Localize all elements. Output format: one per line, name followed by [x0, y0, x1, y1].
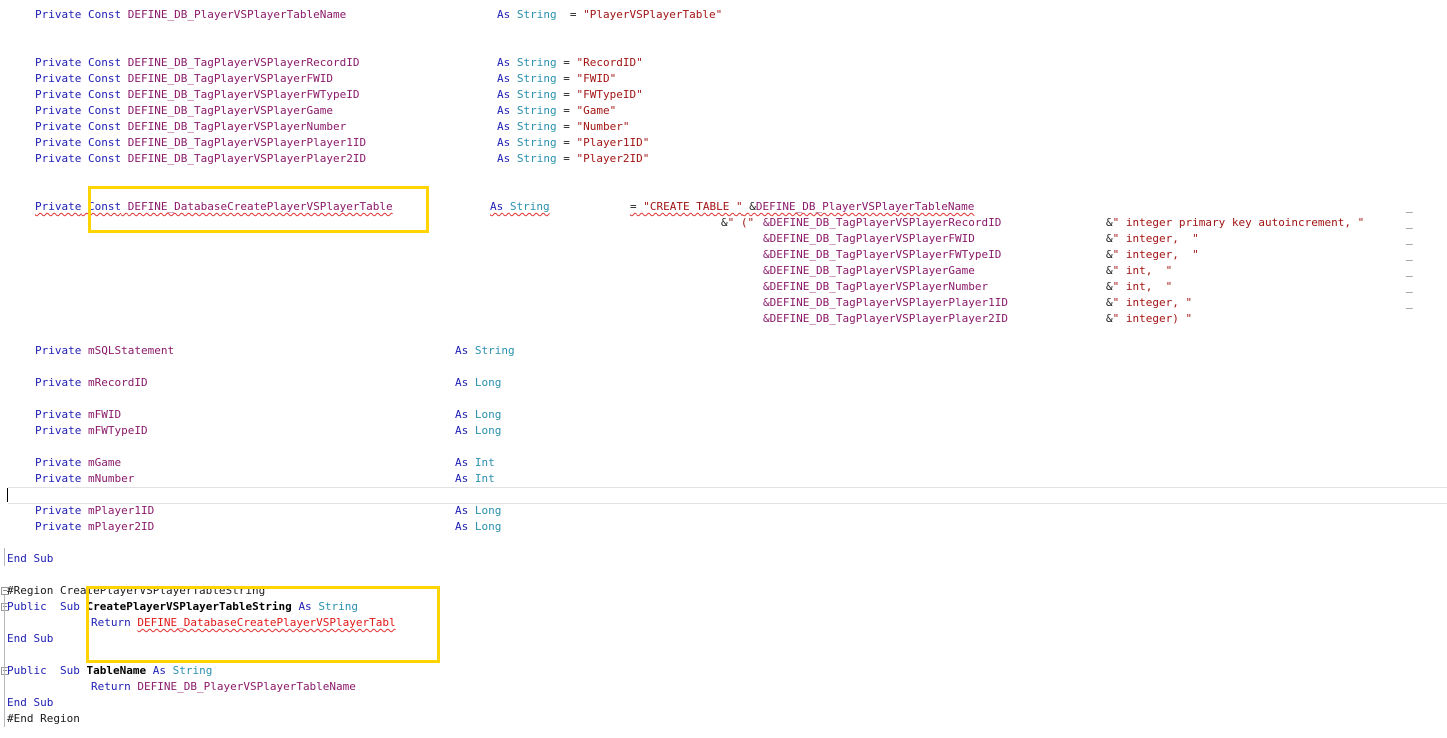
outline-guide: [4, 548, 5, 566]
create-row-sql: &" integer, ": [1106, 296, 1193, 309]
code-line-create-open: &" (": [721, 216, 755, 229]
code-line-tag-game: Private Const DEFINE_DB_TagPlayerVSPlaye…: [35, 104, 334, 117]
member-game: Private mGame: [35, 456, 122, 469]
create-row-tag: &DEFINE_DB_TagPlayerVSPlayerPlayer2ID: [763, 312, 1009, 325]
code-line-table-name-type: As String = "PlayerVSPlayerTable": [497, 8, 723, 21]
create-row-sql: &" integer, ": [1106, 232, 1199, 245]
line-continuation: _: [1406, 232, 1413, 245]
end-sub-1: End Sub: [7, 552, 54, 565]
create-row-tag: &DEFINE_DB_TagPlayerVSPlayerFWTypeID: [763, 248, 1002, 261]
member-sql: Private mSQLStatement: [35, 344, 175, 357]
member-number-type: As Int: [455, 472, 495, 485]
highlight-box-create-const: [88, 186, 429, 233]
code-line-tag-number: Private Const DEFINE_DB_TagPlayerVSPlaye…: [35, 120, 347, 133]
create-row-sql: &" int, ": [1106, 280, 1173, 293]
code-line-create-const-type: As String: [490, 200, 550, 213]
member-fwtype-type: As Long: [455, 424, 502, 437]
member-game-type: As Int: [455, 456, 495, 469]
end-sub-2: End Sub: [7, 632, 54, 645]
code-line-tag-fwid-value: As String = "FWID": [497, 72, 617, 85]
member-player1: Private mPlayer1ID: [35, 504, 155, 517]
code-editor[interactable]: Private Const DEFINE_DB_PlayerVSPlayerTa…: [0, 0, 1447, 738]
member-player1-type: As Long: [455, 504, 502, 517]
create-row-tag: &DEFINE_DB_TagPlayerVSPlayerGame: [763, 264, 975, 277]
line-continuation: _: [1406, 280, 1413, 293]
sub-table-name-return: Return DEFINE_DB_PlayerVSPlayerTableName: [91, 680, 356, 693]
code-line-tag-recordid: Private Const DEFINE_DB_TagPlayerVSPlaye…: [35, 56, 360, 69]
text-caret: [7, 488, 8, 502]
member-fwtype: Private mFWTypeID: [35, 424, 148, 437]
code-line-tag-recordid-value: As String = "RecordID": [497, 56, 643, 69]
line-continuation: _: [1406, 216, 1413, 229]
create-row-sql: &" integer) ": [1106, 312, 1193, 325]
line-continuation: _: [1406, 248, 1413, 261]
code-line-tag-player1id-value: As String = "Player1ID": [497, 136, 650, 149]
create-row-sql: &" integer, ": [1106, 248, 1199, 261]
end-sub-3: End Sub: [7, 696, 54, 709]
line-continuation: _: [1406, 296, 1413, 309]
create-row-tag: &DEFINE_DB_TagPlayerVSPlayerNumber: [763, 280, 989, 293]
member-record-type: As Long: [455, 376, 502, 389]
current-line-highlight: [8, 503, 1447, 504]
member-record: Private mRecordID: [35, 376, 148, 389]
code-line-tag-player2id: Private Const DEFINE_DB_TagPlayerVSPlaye…: [35, 152, 367, 165]
current-line-highlight: [8, 487, 1447, 488]
create-row-tag: &DEFINE_DB_TagPlayerVSPlayerRecordID: [763, 216, 1002, 229]
member-fwid-type: As Long: [455, 408, 502, 421]
sub-table-name: Public Sub TableName As String: [7, 664, 213, 677]
member-fwid: Private mFWID: [35, 408, 122, 421]
member-player2-type: As Long: [455, 520, 502, 533]
code-line-tag-game-value: As String = "Game": [497, 104, 617, 117]
line-continuation: _: [1406, 264, 1413, 277]
member-sql-type: As String: [455, 344, 515, 357]
highlight-box-create-string-sub: [86, 586, 440, 663]
code-line-tag-fwtypeid: Private Const DEFINE_DB_TagPlayerVSPlaye…: [35, 88, 360, 101]
region-end: #End Region: [7, 712, 80, 725]
code-line-tag-number-value: As String = "Number": [497, 120, 630, 133]
create-row-sql: &" integer primary key autoincrement, ": [1106, 216, 1365, 229]
code-line-tag-player2id-value: As String = "Player2ID": [497, 152, 650, 165]
code-line-tag-fwid: Private Const DEFINE_DB_TagPlayerVSPlaye…: [35, 72, 334, 85]
create-row-sql: &" int, ": [1106, 264, 1173, 277]
line-continuation: _: [1406, 200, 1413, 213]
code-line-table-name: Private Const DEFINE_DB_PlayerVSPlayerTa…: [35, 8, 347, 21]
code-line-tag-fwtypeid-value: As String = "FWTypeID": [497, 88, 643, 101]
code-line-create-const-value: = "CREATE TABLE " &DEFINE_DB_PlayerVSPla…: [630, 200, 975, 213]
outline-guide: [4, 595, 5, 727]
create-row-tag: &DEFINE_DB_TagPlayerVSPlayerPlayer1ID: [763, 296, 1009, 309]
member-number: Private mNumber: [35, 472, 135, 485]
create-row-tag: &DEFINE_DB_TagPlayerVSPlayerFWID: [763, 232, 975, 245]
code-line-tag-player1id: Private Const DEFINE_DB_TagPlayerVSPlaye…: [35, 136, 367, 149]
member-player2: Private mPlayer2ID: [35, 520, 155, 533]
